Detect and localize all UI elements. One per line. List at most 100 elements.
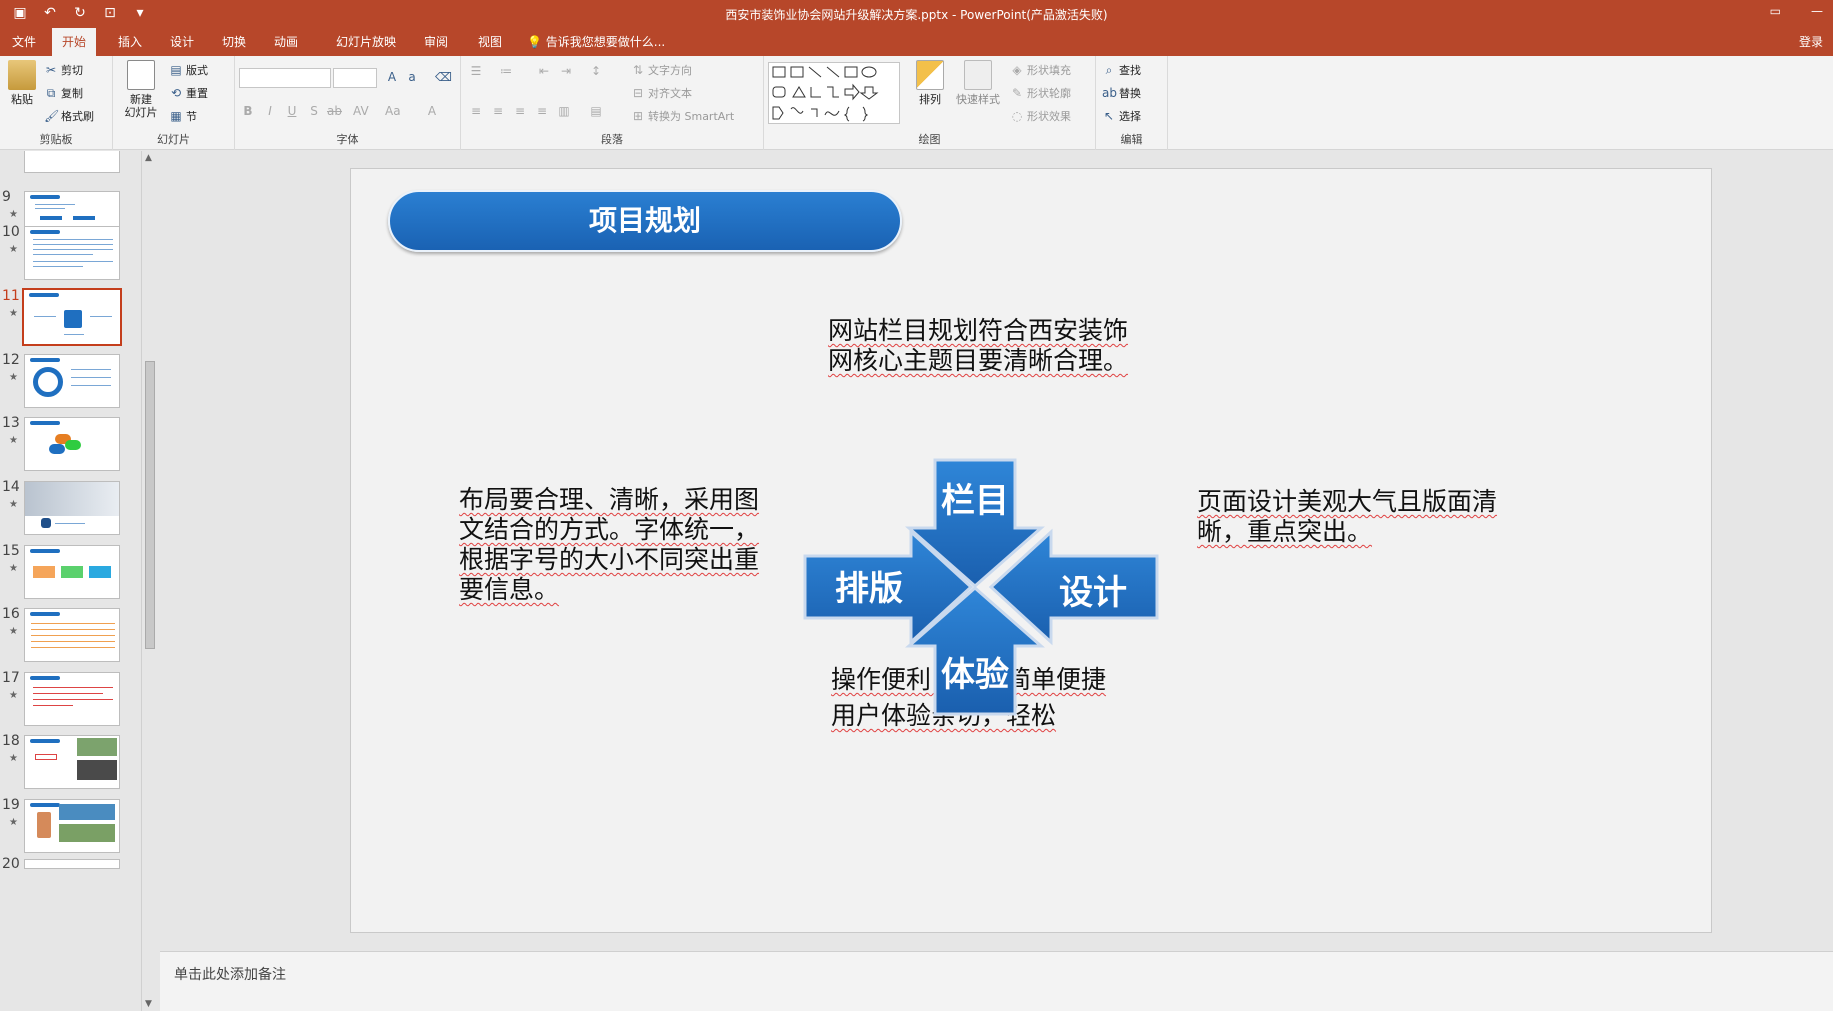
tab-animations[interactable]: 动画 (264, 28, 308, 56)
change-case-button[interactable]: Aa (385, 104, 401, 118)
shape-effects-button[interactable]: ◌ 形状效果 (1010, 108, 1071, 124)
center-button[interactable]: ≡ (491, 104, 505, 118)
shapes-gallery-icons (772, 66, 879, 122)
slide-thumbnail-15[interactable] (24, 545, 120, 599)
strikethrough-button[interactable]: ab (327, 104, 342, 118)
tab-insert[interactable]: 插入 (108, 28, 152, 56)
arrange-button[interactable]: 排列 (912, 60, 948, 106)
slide-thumbnail-12[interactable] (24, 354, 120, 408)
select-button[interactable]: ↖ 选择 (1102, 108, 1141, 124)
format-painter-button[interactable]: 🖌 格式刷 (44, 108, 94, 124)
four-arrow-diagram[interactable]: 栏目 排版 设计 体验 (801, 454, 1161, 720)
grow-font-button[interactable]: A (385, 70, 399, 84)
pencil-icon: ✎ (1011, 86, 1023, 100)
tab-review[interactable]: 审阅 (414, 28, 458, 56)
minimize-icon[interactable]: — (1811, 4, 1823, 18)
tab-view[interactable]: 视图 (468, 28, 512, 56)
slide-thumbnail-8-partial[interactable] (24, 151, 120, 173)
justify-button[interactable]: ≡ (535, 104, 549, 118)
copy-button[interactable]: ⧉ 复制 (44, 85, 83, 101)
font-size-input[interactable] (333, 68, 377, 88)
underline-button[interactable]: U (285, 104, 299, 118)
slide-thumbnail-19[interactable] (24, 799, 120, 853)
cursor-icon: ↖ (1103, 109, 1115, 123)
shape-outline-button[interactable]: ✎ 形状轮廓 (1010, 85, 1071, 101)
bold-button[interactable]: B (241, 104, 255, 118)
animation-star-icon: ★ (9, 690, 18, 701)
slide-thumbnail-16[interactable] (24, 608, 120, 662)
character-spacing-button[interactable]: AV (353, 104, 369, 118)
notes-pane[interactable]: 单击此处添加备注 (160, 951, 1833, 1011)
align-text-button[interactable]: ⊟ 对齐文本 (631, 85, 692, 101)
quick-styles-button[interactable]: 快速样式 (952, 60, 1004, 106)
align-right-button[interactable]: ≡ (513, 104, 527, 118)
shadow-button[interactable]: S (307, 104, 321, 118)
decrease-indent-button[interactable]: ⇤ (537, 64, 551, 78)
animation-star-icon: ★ (9, 209, 18, 220)
font-name-input[interactable] (239, 68, 331, 88)
animation-star-icon: ★ (9, 626, 18, 637)
tab-transitions[interactable]: 切换 (212, 28, 256, 56)
new-slide-icon (127, 60, 155, 90)
animation-star-icon: ★ (9, 372, 18, 383)
ribbon-display-options-icon[interactable]: ▭ (1770, 4, 1781, 18)
convert-to-smartart-button[interactable]: ⊞ 转换为 SmartArt (631, 108, 734, 124)
slide-thumbnail-10[interactable] (24, 226, 120, 280)
slide-thumbnail-18[interactable] (24, 735, 120, 789)
slide-title-banner[interactable]: 项目规划 (388, 190, 902, 252)
text-left-layout[interactable]: 布局要合理、清晰，采用图 文结合的方式。字体统一， 根据字号的大小不同突出重 要… (459, 485, 779, 605)
tab-design[interactable]: 设计 (160, 28, 204, 56)
animation-star-icon: ★ (9, 753, 18, 764)
scrollbar-thumb[interactable] (145, 361, 155, 649)
slides-group-label: 幻灯片 (157, 133, 190, 146)
italic-button[interactable]: I (263, 104, 277, 118)
slide-thumbnail-11-selected[interactable] (22, 288, 122, 346)
slide-thumbnail-20-partial[interactable] (24, 859, 120, 869)
line-spacing-button[interactable]: ↕ (589, 64, 603, 78)
tab-home[interactable]: 开始 (52, 28, 97, 56)
select-label: 选择 (1119, 110, 1141, 123)
replace-icon: ab (1102, 86, 1117, 100)
reset-button[interactable]: ⟲ 重置 (169, 85, 208, 101)
distributed-button[interactable]: ▥ (557, 104, 571, 118)
scroll-up-icon[interactable]: ▲ (145, 153, 152, 163)
text-direction-button[interactable]: ⇅ 文字方向 (631, 62, 692, 78)
align-left-button[interactable]: ≡ (469, 104, 483, 118)
layout-button[interactable]: ▤ 版式 (169, 62, 208, 78)
shape-fill-button[interactable]: ◈ 形状填充 (1010, 62, 1071, 78)
section-button[interactable]: ▦ 节 (169, 108, 197, 124)
slide-thumbnail-17[interactable] (24, 672, 120, 726)
tab-file[interactable]: 文件 (2, 28, 46, 56)
replace-button[interactable]: ab 替换 (1102, 85, 1141, 101)
sign-in-link[interactable]: 登录 (1799, 28, 1823, 56)
font-color-button[interactable]: A (425, 104, 439, 118)
slide-canvas[interactable]: 项目规划 网站栏目规划符合西安装饰 网核心主题目要清晰合理。 布局要合理、清晰，… (350, 168, 1712, 933)
clipboard-group-label: 剪贴板 (39, 133, 73, 146)
paste-button[interactable]: 粘贴 (4, 60, 40, 106)
bullets-button[interactable]: ☰ (469, 64, 483, 78)
slide-thumbnail-pane: 9 ★ 10 ★ 11 ★ 12 ★ 13 ★ 14 ★ 15 ★ 16 ★ 1… (0, 151, 160, 1011)
align-text-icon: ⊟ (632, 86, 644, 100)
cut-button[interactable]: ✂ 剪切 (44, 62, 83, 78)
columns-button[interactable]: ▤ (589, 104, 603, 118)
scroll-down-icon[interactable]: ▼ (145, 999, 152, 1009)
tell-me-box[interactable]: 💡 告诉我您想要做什么... (527, 28, 665, 56)
text-top-columns[interactable]: 网站栏目规划符合西安装饰 网核心主题目要清晰合理。 (828, 316, 1138, 376)
clear-formatting-icon: ⌫ (435, 70, 452, 84)
editing-group-label: 编辑 (1120, 133, 1143, 146)
layout-label: 版式 (186, 64, 208, 77)
thumbnail-scrollbar[interactable]: ▲ ▼ (141, 151, 157, 1011)
clear-formatting-button[interactable]: ⌫ (435, 70, 452, 84)
animation-star-icon: ★ (9, 499, 18, 510)
slide-thumbnail-14[interactable] (24, 481, 120, 535)
slide-thumbnail-13[interactable] (24, 417, 120, 471)
new-slide-button[interactable]: 新建 幻灯片 (119, 60, 163, 119)
shapes-gallery[interactable] (768, 62, 900, 124)
numbering-button[interactable]: ≔ (499, 64, 513, 78)
tab-slideshow[interactable]: 幻灯片放映 (326, 28, 406, 56)
shrink-font-button[interactable]: a (405, 70, 419, 84)
change-case-icon: Aa (385, 104, 401, 118)
find-button[interactable]: ⌕ 查找 (1102, 62, 1141, 78)
text-right-design[interactable]: 页面设计美观大气且版面清 晰，重点突出。 (1197, 487, 1517, 547)
increase-indent-button[interactable]: ⇥ (559, 64, 573, 78)
